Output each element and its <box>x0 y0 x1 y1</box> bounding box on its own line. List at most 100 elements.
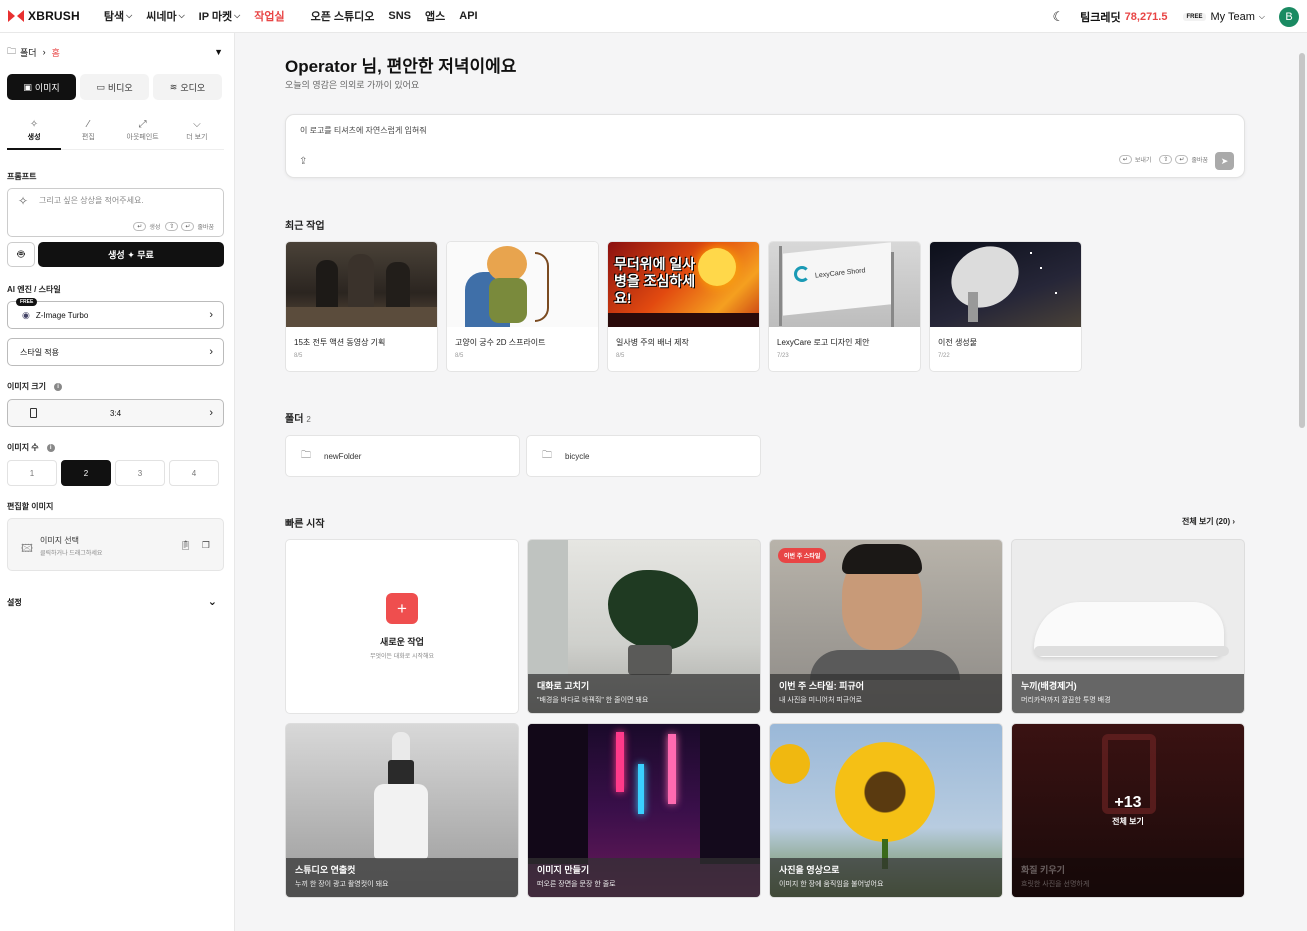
count-label: 이미지 수 i <box>7 442 55 453</box>
chevron-right-icon: › <box>209 309 213 321</box>
tab-edit[interactable]: ⁄ 편집 <box>61 119 115 149</box>
card-sub: 떠오른 장면을 문장 한 줄로 <box>537 881 616 888</box>
info-icon[interactable]: i <box>54 382 63 391</box>
tab-label: 비디오 <box>107 82 133 93</box>
chevron-right-icon: › <box>209 346 213 358</box>
nav-apps[interactable]: 앱스 <box>425 8 445 24</box>
nav-api[interactable]: API <box>459 10 477 22</box>
avatar[interactable]: B <box>1279 6 1299 27</box>
card-title: 대화로 고치기 <box>537 681 590 691</box>
generate-button[interactable]: 생성 ✦ 무료 <box>38 242 224 267</box>
count-option-3[interactable]: 3 <box>115 460 165 486</box>
recent-title: LexyCare 로고 디자인 제안 <box>777 338 870 347</box>
caret-down-icon[interactable]: ▼ <box>214 47 223 57</box>
tab-outpaint[interactable]: ⤢ 아웃페인트 <box>116 119 170 149</box>
chevron-down-icon: ⌵ <box>126 11 133 20</box>
info-icon[interactable]: i <box>46 443 55 452</box>
flag-logo-icon <box>794 266 810 282</box>
gallery-icon[interactable]: ❐ <box>202 540 210 551</box>
free-badge: FREE <box>16 298 38 306</box>
folder-item[interactable]: 🗀 newFolder <box>285 435 520 477</box>
breadcrumb-home[interactable]: 홈 <box>52 46 60 59</box>
folder-name: newFolder <box>324 451 362 461</box>
robot-button[interactable]: 🤖︎ <box>7 242 35 267</box>
nav-open-studio[interactable]: 오픈 스튜디오 <box>311 8 375 24</box>
nav-explore[interactable]: 탐색 ⌵ <box>104 8 132 24</box>
engine-label: AI 엔진 / 스타일 <box>7 285 61 294</box>
nav-label: API <box>459 10 478 22</box>
chat-composer[interactable]: 이 로고를 티셔츠에 자연스럽게 입혀줘 ⇪ ↵ 보내기 ⇧ ↵ 줄바꿈 ➤ <box>285 114 1245 178</box>
credit-label: 팀크레딧 <box>1080 11 1121 24</box>
upload-icon[interactable]: ⇪ <box>299 156 307 167</box>
count-option-2[interactable]: 2 <box>61 460 111 486</box>
clipboard-icon[interactable]: 📋︎ <box>180 540 191 551</box>
recent-date: 8/5 <box>294 353 303 359</box>
nav-ip-market[interactable]: IP 마켓 ⌵ <box>199 8 241 24</box>
quick-card[interactable]: 대화로 고치기 "배경을 바다로 바꿔줘" 한 줄이면 돼요 <box>527 539 761 714</box>
tab-generate[interactable]: ✧ 생성 <box>7 119 62 150</box>
count-option-4[interactable]: 4 <box>169 460 219 486</box>
recent-title: 이전 생성물 <box>938 338 978 347</box>
main-nav: 탐색 ⌵ 씨네마 ⌵ IP 마켓 ⌵ 작업실 오픈 스튜디오 SNS 앱스 API <box>104 8 492 24</box>
style-label: 스타일 적용 <box>20 347 60 357</box>
banner-text: 무더위에 일사병을 조심하세요! <box>614 256 696 306</box>
tab-video[interactable]: ▭ 비디오 <box>80 74 149 100</box>
folders-count: 2 <box>306 415 311 424</box>
folder-item[interactable]: 🗀 bicycle <box>526 435 761 477</box>
size-select[interactable]: 3:4 › <box>7 399 224 427</box>
nav-sns[interactable]: SNS <box>388 10 411 22</box>
new-work-card[interactable]: + 새로운 작업 무엇이든 대화로 시작해요 <box>285 539 519 714</box>
send-button[interactable]: ➤ <box>1215 152 1234 170</box>
engine-select[interactable]: FREE ◉ Z-Image Turbo › <box>7 298 224 329</box>
image-icon: 🖾 <box>21 543 33 555</box>
quick-card[interactable]: 스튜디오 연출컷 누끼 한 장이 광고 촬영컷이 돼요 <box>285 723 519 898</box>
prompt-placeholder: 그리고 싶은 상상을 적어주세요. <box>39 196 144 205</box>
see-all-link[interactable]: 전체 보기 (20) › <box>1182 516 1235 527</box>
hint-text: 줄바꿈 <box>197 225 214 231</box>
greeting-sub: 오늘의 영감은 의외로 가까이 있어요 <box>285 80 420 90</box>
plant-pot <box>628 645 672 675</box>
chevron-right-icon: › <box>209 407 213 419</box>
chevron-down-icon[interactable]: ⌵ <box>1259 12 1265 22</box>
brand-logo[interactable]: XBRUSH <box>8 9 80 23</box>
nav-workspace[interactable]: 작업실 <box>254 8 284 24</box>
nav-label: IP 마켓 <box>198 11 233 23</box>
top-bar: XBRUSH 탐색 ⌵ 씨네마 ⌵ IP 마켓 ⌵ 작업실 오픈 스튜디오 SNS 앱… <box>0 0 1307 33</box>
image-dropzone[interactable]: 🖾 이미지 선택 클릭하거나 드래그하세요 📋︎ ❐ <box>7 518 224 571</box>
recent-card[interactable]: LexyCare Shord LexyCare 로고 디자인 제안 7/23 <box>768 241 921 372</box>
recent-title: 일사병 주의 배너 제작 <box>616 338 689 347</box>
quick-card[interactable]: 이번 주 스타일 이번 주 스타일: 피규어 내 사진을 미니어처 피규어로 <box>769 539 1003 714</box>
tab-image[interactable]: ▣ 이미지 <box>7 74 76 100</box>
nav-label: 작업실 <box>254 11 285 23</box>
neon-sign <box>616 732 624 792</box>
recent-title: 최근 작업 <box>285 221 325 232</box>
breadcrumb-folder[interactable]: 폴더 <box>20 46 37 59</box>
count-option-1[interactable]: 1 <box>7 460 57 486</box>
tab-more[interactable]: ⌵ 더 보기 <box>170 119 224 149</box>
quick-card[interactable]: 사진을 영상으로 이미지 한 장에 움직임을 불어넣어요 <box>769 723 1003 898</box>
composer-hints: ↵ 보내기 ⇧ ↵ 줄바꿈 <box>1118 155 1208 164</box>
folder-icon: 🗀 <box>7 46 17 56</box>
tab-audio[interactable]: ≋ 오디오 <box>153 74 222 100</box>
prompt-input[interactable]: ✧ 그리고 싶은 상상을 적어주세요. ↵ 생성 ⇧ ↵ 줄바꿈 <box>7 188 224 237</box>
card-sub: 내 사진을 미니어처 피규어로 <box>779 697 863 704</box>
nav-label: 씨네마 <box>146 11 177 23</box>
team-selector[interactable]: My Team <box>1211 11 1255 23</box>
magic-wand-icon: ⁄ <box>87 119 90 130</box>
nav-cinema[interactable]: 씨네마 ⌵ <box>146 8 184 24</box>
enter-key-icon: ↵ <box>1118 155 1132 164</box>
style-select[interactable]: 스타일 적용 › <box>7 338 224 366</box>
quick-card[interactable]: 누끼(배경제거) 머리카락까지 깔끔한 투명 배경 <box>1011 539 1245 714</box>
recent-card[interactable]: 고양이 궁수 2D 스프라이트 8/5 <box>446 241 599 372</box>
moon-icon[interactable]: ☾ <box>1053 9 1065 25</box>
shift-key-icon: ⇧ <box>165 222 179 231</box>
scrollbar[interactable] <box>1299 53 1305 428</box>
recent-card[interactable]: 이전 생성물 7/22 <box>929 241 1082 372</box>
more-count: +13 <box>1114 794 1142 811</box>
size-label: 이미지 크기 i <box>7 381 63 392</box>
recent-card[interactable]: 15초 전투 액션 동영상 기획 8/5 <box>285 241 438 372</box>
recent-card[interactable]: 무더위에 일사병을 조심하세요! 일사병 주의 배너 제작 8/5 <box>607 241 760 372</box>
quick-card[interactable]: 이미지 만들기 떠오른 장면을 문장 한 줄로 <box>527 723 761 898</box>
more-card[interactable]: +13 전체 보기 화질 키우기 흐릿한 사진을 선명하게 <box>1011 723 1245 898</box>
settings-toggle[interactable]: 설정 ⌄ <box>7 596 217 608</box>
